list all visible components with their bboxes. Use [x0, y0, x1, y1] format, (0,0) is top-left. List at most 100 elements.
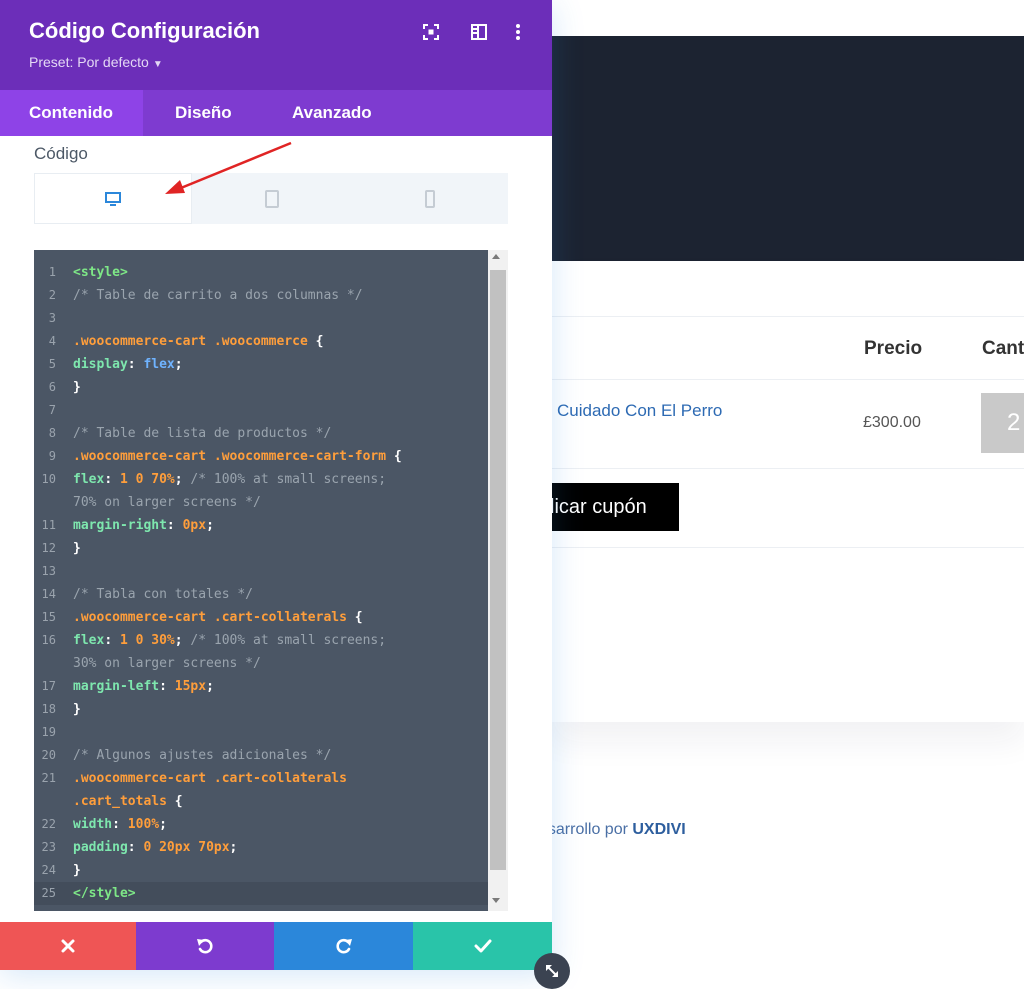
cart-table-header: [552, 316, 1024, 380]
more-vertical-icon[interactable]: [508, 22, 528, 42]
line-number: 1: [48, 265, 56, 279]
code-line: 1 <style>: [34, 261, 490, 284]
code-line: 14 /* Tabla con totales */: [34, 583, 490, 606]
code-line: 13: [34, 560, 490, 583]
line-number: 5: [48, 357, 56, 371]
resize-icon: [546, 965, 558, 977]
line-number: 22: [41, 817, 56, 831]
code-text: .woocommerce-cart .cart-collaterals {: [73, 610, 363, 625]
line-number: 10: [41, 472, 56, 486]
line-number: 14: [41, 587, 56, 601]
line-number: 9: [48, 449, 56, 463]
code-text: flex: 1 0 30%; /* 100% at small screens;: [73, 633, 387, 648]
check-icon: [474, 939, 491, 953]
divider: [552, 547, 1024, 548]
line-number: 12: [41, 541, 56, 555]
line-number: 24: [41, 863, 56, 877]
hero-section: [552, 36, 1024, 261]
line-number: 16: [41, 633, 56, 647]
code-text: .cart_totals {: [73, 794, 183, 809]
code-line: 9 .woocommerce-cart .woocommerce-cart-for…: [34, 445, 490, 468]
redo-icon: [335, 938, 352, 954]
code-line: 17 margin-left: 15px;: [34, 675, 490, 698]
product-link[interactable]: Cuidado Con El Perro: [557, 401, 722, 421]
line-number: 20: [41, 748, 56, 762]
code-text: }: [73, 380, 81, 395]
device-tab-phone[interactable]: [351, 173, 508, 224]
line-number: 15: [41, 610, 56, 624]
redo-button[interactable]: [274, 922, 413, 970]
code-line: 11 margin-right: 0px;: [34, 514, 490, 537]
close-icon: [61, 939, 75, 953]
tab-contenido[interactable]: Contenido: [0, 90, 143, 136]
scroll-down-arrow-icon[interactable]: [492, 898, 500, 903]
code-text: width: 100%;: [73, 817, 167, 832]
code-line: 30% on larger screens */: [34, 652, 490, 675]
line-number: 6: [48, 380, 56, 394]
line-number: 4: [48, 334, 56, 348]
save-button[interactable]: [413, 922, 552, 970]
code-field-label: Código: [34, 144, 88, 163]
column-header-quantity: Cant: [982, 338, 1024, 359]
code-line: 6}: [34, 376, 490, 399]
code-line: 2 /* Table de carrito a dos columnas */: [34, 284, 490, 307]
code-line: 10 flex: 1 0 70%; /* 100% at small scree…: [34, 468, 490, 491]
line-number: 18: [41, 702, 56, 716]
red-annotation-arrow-icon: [165, 141, 292, 194]
code-text: 70% on larger screens */: [73, 495, 261, 510]
focus-icon[interactable]: [421, 22, 441, 42]
code-line: 12}: [34, 537, 490, 560]
code-line: .cart_totals {: [34, 790, 490, 813]
code-line: 23 padding: 0 20px 70px;: [34, 836, 490, 859]
footer-credit-prefix: esarrollo por: [539, 821, 633, 838]
quantity-input[interactable]: 2: [981, 393, 1024, 453]
line-number: 3: [48, 311, 56, 325]
modal-title: Código Configuración: [29, 18, 260, 43]
modal-tabs: Contenido Diseño Avanzado: [0, 90, 552, 136]
settings-modal: Código Configuración Preset: Por defecto…: [0, 0, 552, 970]
preset-label: Preset: Por defecto: [29, 54, 149, 70]
code-text: }: [73, 863, 81, 878]
code-line: 3: [34, 307, 490, 330]
apply-coupon-button[interactable]: licar cupón: [535, 483, 679, 531]
code-text: /* Tabla con totales */: [73, 587, 254, 602]
split-view-icon[interactable]: [469, 22, 489, 42]
code-text: display: flex;: [73, 357, 183, 372]
line-number: 11: [41, 518, 56, 532]
tab-diseno[interactable]: Diseño: [175, 90, 232, 136]
line-number: 13: [41, 564, 56, 578]
scroll-up-arrow-icon[interactable]: [492, 254, 500, 259]
line-number: 8: [48, 426, 56, 440]
editor-scrollbar-thumb[interactable]: [490, 270, 506, 870]
footer-credit: esarrollo por UXDIVI: [539, 821, 686, 839]
code-line: 8 /* Table de lista de productos */: [34, 422, 490, 445]
code-editor[interactable]: 1 <style> 2 /* Table de carrito a dos colum…: [34, 250, 508, 911]
code-text: /* Table de carrito a dos columnas */: [73, 288, 363, 303]
tab-avanzado[interactable]: Avanzado: [292, 90, 372, 136]
code-text: margin-left: 15px;: [73, 679, 214, 694]
preset-dropdown[interactable]: Preset: Por defecto ▼: [29, 54, 163, 70]
code-text: /* Algunos ajustes adicionales */: [73, 748, 332, 763]
code-text: padding: 0 20px 70px;: [73, 840, 238, 855]
line-number: 23: [41, 840, 56, 854]
table-row: [552, 380, 1024, 469]
code-text: 30% on larger screens */: [73, 656, 261, 671]
code-text: .woocommerce-cart .cart-collaterals: [73, 771, 347, 786]
code-line: 20 /* Algunos ajustes adicionales */: [34, 744, 490, 767]
line-number: 17: [41, 679, 56, 693]
desktop-icon: [105, 191, 121, 206]
code-text: .woocommerce-cart .woocommerce {: [73, 334, 324, 349]
undo-button[interactable]: [136, 922, 274, 970]
resize-handle[interactable]: [534, 953, 570, 989]
discard-button[interactable]: [0, 922, 136, 970]
code-line: 21 .woocommerce-cart .cart-collaterals: [34, 767, 490, 790]
code-text: }: [73, 702, 81, 717]
footer-brand-link[interactable]: UXDIVI: [632, 821, 685, 838]
caret-down-icon: ▼: [152, 59, 163, 70]
code-text: <style>: [73, 265, 128, 280]
line-number: 7: [48, 403, 56, 417]
code-lines: 1 <style> 2 /* Table de carrito a dos colum…: [34, 261, 490, 905]
code-line: 18}: [34, 698, 490, 721]
phone-icon: [424, 189, 435, 208]
code-line: 16 flex: 1 0 30%; /* 100% at small scree…: [34, 629, 490, 652]
